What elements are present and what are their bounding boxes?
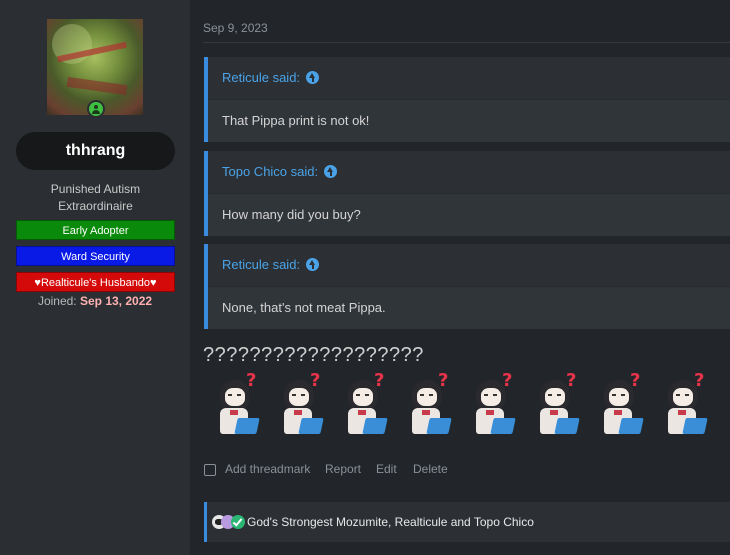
checkmark-icon — [231, 515, 245, 529]
post-arrow — [180, 36, 190, 56]
confused-girl-emote: ? — [532, 370, 582, 438]
question-mark: ? — [694, 370, 705, 391]
delete-link[interactable]: Delete — [413, 462, 448, 476]
arrow-up-icon[interactable] — [306, 71, 320, 85]
username[interactable]: thhrang — [16, 132, 175, 170]
edit-link[interactable]: Edit — [376, 462, 397, 476]
joined-label: Joined: — [37, 294, 77, 308]
online-status-icon — [87, 100, 105, 118]
question-mark: ? — [374, 370, 385, 391]
confused-girl-emote: ? — [660, 370, 710, 438]
avatar-stripe — [66, 76, 128, 96]
quote-author[interactable]: Reticule said: — [222, 257, 300, 272]
post-date[interactable]: Sep 9, 2023 — [203, 21, 268, 35]
question-mark: ? — [246, 370, 257, 391]
confused-girl-emote: ? — [340, 370, 390, 438]
divider — [203, 42, 730, 43]
arrow-up-icon[interactable] — [306, 258, 320, 272]
add-threadmark-link[interactable]: Add threadmark — [225, 462, 310, 476]
user-banner-ward-security: Ward Security — [16, 246, 175, 266]
select-checkbox[interactable] — [204, 464, 216, 476]
confused-girl-emote: ? — [404, 370, 454, 438]
question-mark: ? — [310, 370, 321, 391]
post-message: ??????????????????? — [203, 344, 424, 366]
quote-text: That Pippa print is not ok! — [208, 99, 730, 142]
confused-girl-emote: ? — [212, 370, 262, 438]
user-banner-early-adopter: Early Adopter — [16, 220, 175, 240]
quote-text: None, that's not meat Pippa. — [208, 286, 730, 329]
report-link[interactable]: Report — [325, 462, 361, 476]
question-mark: ? — [438, 370, 449, 391]
user-title: Punished Autism Extraordinaire — [50, 182, 141, 213]
quote-block: Reticule said: That Pippa print is not o… — [204, 57, 730, 142]
quote-author[interactable]: Topo Chico said: — [222, 164, 318, 179]
reaction-text[interactable]: God's Strongest Mozumite, Realticule and… — [247, 502, 534, 542]
quote-author[interactable]: Reticule said: — [222, 70, 300, 85]
quote-block: Topo Chico said: How many did you buy? — [204, 151, 730, 236]
quote-text: How many did you buy? — [208, 193, 730, 236]
quote-header[interactable]: Reticule said: — [208, 244, 730, 286]
quote-header[interactable]: Topo Chico said: — [208, 151, 730, 193]
question-mark: ? — [630, 370, 641, 391]
confused-girl-emote: ? — [468, 370, 518, 438]
question-mark: ? — [566, 370, 577, 391]
user-sidebar: thhrang Punished Autism Extraordinaire E… — [0, 0, 190, 555]
joined-info: Joined: Sep 13, 2022 — [0, 294, 190, 308]
confused-girl-emote: ? — [596, 370, 646, 438]
user-banner-husbando: ♥Realticule's Husbando♥ — [16, 272, 175, 292]
quote-header[interactable]: Reticule said: — [208, 57, 730, 99]
post-main: Sep 9, 2023 Reticule said: That Pippa pr… — [190, 0, 730, 555]
reaction-bar[interactable]: God's Strongest Mozumite, Realticule and… — [204, 502, 730, 542]
question-mark: ? — [502, 370, 513, 391]
confused-girl-emote: ? — [276, 370, 326, 438]
quote-block: Reticule said: None, that's not meat Pip… — [204, 244, 730, 329]
arrow-up-icon[interactable] — [324, 165, 338, 179]
joined-date: Sep 13, 2022 — [79, 294, 153, 308]
